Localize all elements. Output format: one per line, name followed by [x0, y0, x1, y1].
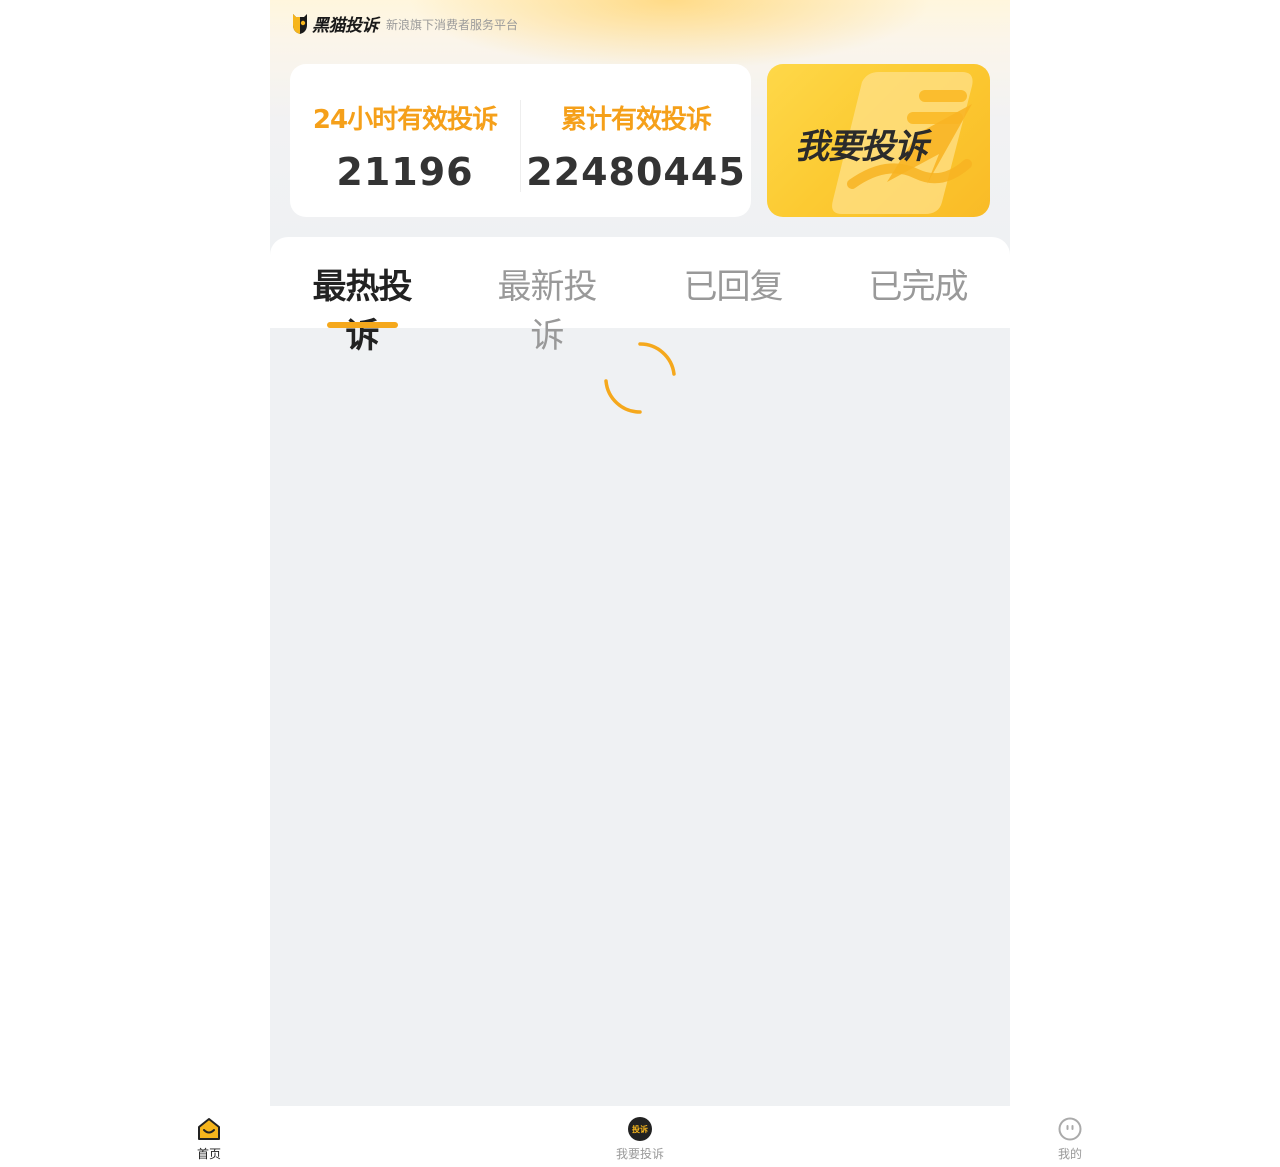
- profile-icon: [1058, 1117, 1082, 1141]
- nav-home-label: 首页: [196, 1147, 221, 1161]
- stat-total: 累计有效投诉 22480445: [521, 64, 751, 217]
- stats-card: 24小时有效投诉 21196 累计有效投诉 22480445: [290, 64, 751, 217]
- loading-spinner-icon: [604, 342, 676, 414]
- tab-bar: 最热投诉 最新投诉 已回复 已完成: [270, 237, 1010, 356]
- app-screen: 黑猫投诉 新浪旗下消费者服务平台 24小时有效投诉 21196 累计有效投诉 2…: [270, 0, 1010, 1106]
- tab-completed[interactable]: 已完成: [863, 259, 973, 309]
- stat-total-value: 22480445: [526, 150, 746, 194]
- home-icon: [198, 1118, 220, 1140]
- bottom-navigation: 首页 投诉 我要投诉 我的: [0, 1106, 1280, 1167]
- tab-newest[interactable]: 最新投诉: [482, 259, 612, 356]
- stat-total-label: 累计有效投诉: [560, 105, 712, 135]
- brand-name: 黑猫投诉: [312, 15, 379, 36]
- nav-profile-label: 我的: [1057, 1147, 1082, 1161]
- nav-complain-label: 我要投诉: [615, 1147, 664, 1161]
- brand-tagline: 新浪旗下消费者服务平台: [386, 18, 519, 32]
- complain-icon-text: 投诉: [632, 1125, 648, 1134]
- stat-24h: 24小时有效投诉 21196: [290, 64, 520, 217]
- stat-24h-label: 24小时有效投诉: [312, 105, 498, 135]
- file-complaint-button[interactable]: 我要投诉: [767, 64, 990, 217]
- nav-profile[interactable]: 我的: [1030, 1106, 1110, 1167]
- nav-home[interactable]: 首页: [169, 1106, 249, 1167]
- stat-24h-value: 21196: [336, 150, 474, 194]
- tab-replied[interactable]: 已回复: [678, 259, 788, 309]
- complaint-list-panel: 最热投诉 最新投诉 已回复 已完成: [270, 237, 1010, 1106]
- black-cat-logo-icon: [293, 14, 307, 34]
- active-tab-indicator: [327, 322, 398, 328]
- nav-complain[interactable]: 投诉 我要投诉: [600, 1106, 680, 1167]
- brand-logo[interactable]: 黑猫投诉 新浪旗下消费者服务平台: [290, 10, 518, 36]
- file-complaint-label: 我要投诉: [795, 127, 928, 167]
- tab-hottest[interactable]: 最热投诉: [297, 259, 427, 356]
